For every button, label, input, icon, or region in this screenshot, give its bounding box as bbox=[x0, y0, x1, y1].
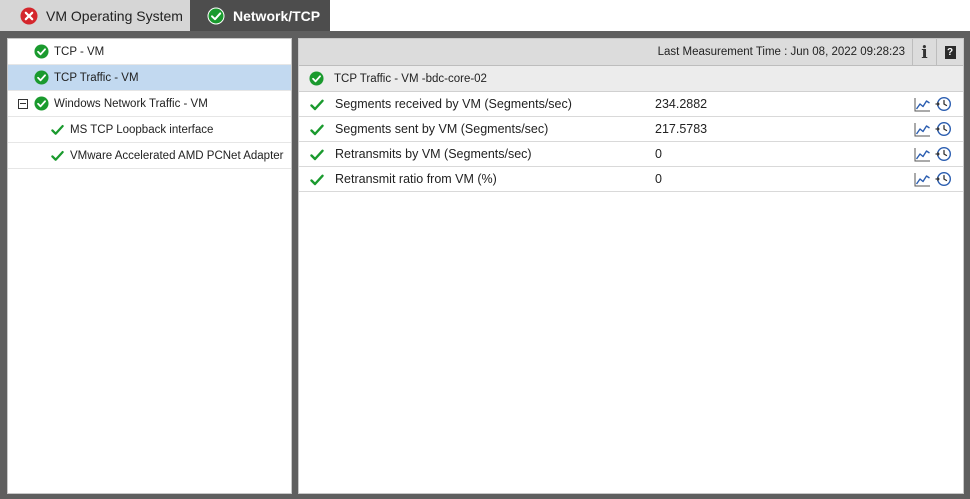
measure-label: Segments sent by VM (Segments/sec) bbox=[335, 122, 549, 136]
tree-item-label: VMware Accelerated AMD PCNet Adapter bbox=[70, 149, 284, 162]
check-icon bbox=[51, 150, 64, 161]
measure-label: Segments received by VM (Segments/sec) bbox=[335, 97, 572, 111]
line-graph-icon[interactable] bbox=[914, 172, 931, 187]
tree-item-tcp-traffic-vm[interactable]: TCP Traffic - VM bbox=[8, 65, 291, 91]
last-measurement-time: Last Measurement Time : Jun 08, 2022 09:… bbox=[657, 46, 905, 58]
line-graph-icon[interactable] bbox=[914, 147, 931, 162]
tree-item-vmware-pcnet-adapter[interactable]: VMware Accelerated AMD PCNet Adapter bbox=[8, 143, 291, 169]
collapse-icon[interactable] bbox=[18, 98, 28, 109]
measure-row: Retransmits by VM (Segments/sec) 0 bbox=[299, 142, 963, 167]
measure-row: Retransmit ratio from VM (%) 0 bbox=[299, 167, 963, 192]
component-tree: TCP - VM TCP Traffic - VM Windows Networ… bbox=[7, 38, 292, 494]
help-button[interactable]: ? bbox=[936, 39, 963, 66]
info-button[interactable]: i bbox=[912, 39, 936, 66]
ok-circle-icon bbox=[309, 71, 324, 86]
tree-item-tcp-vm[interactable]: TCP - VM bbox=[8, 39, 291, 65]
tree-item-label: Windows Network Traffic - VM bbox=[54, 97, 208, 110]
ok-circle-icon bbox=[34, 70, 49, 85]
tab-label: Network/TCP bbox=[233, 7, 321, 24]
tree-item-ms-tcp-loopback[interactable]: MS TCP Loopback interface bbox=[8, 117, 291, 143]
help-icon: ? bbox=[944, 46, 956, 59]
section-host: bdc-core-02 bbox=[425, 72, 487, 85]
history-icon[interactable] bbox=[935, 171, 951, 187]
section-title: TCP Traffic - VM - bbox=[334, 72, 426, 85]
measure-row: Segments sent by VM (Segments/sec) 217.5… bbox=[299, 117, 963, 142]
tab-network-tcp[interactable]: Network/TCP bbox=[190, 0, 330, 31]
history-icon[interactable] bbox=[935, 96, 951, 112]
section-header: TCP Traffic - VM - bdc-core-02 bbox=[299, 66, 963, 92]
check-icon bbox=[310, 124, 324, 136]
line-graph-icon[interactable] bbox=[914, 97, 931, 112]
measure-label: Retransmit ratio from VM (%) bbox=[335, 172, 497, 186]
tab-label: VM Operating System bbox=[46, 7, 183, 24]
check-icon bbox=[310, 99, 324, 111]
panel-header: Last Measurement Time : Jun 08, 2022 09:… bbox=[299, 39, 963, 66]
measure-value: 217.5783 bbox=[655, 122, 708, 136]
measure-value: 0 bbox=[655, 147, 662, 161]
tab-bar: VM Operating System Network/TCP bbox=[0, 0, 970, 31]
check-icon bbox=[51, 124, 64, 135]
measure-label: Retransmits by VM (Segments/sec) bbox=[335, 147, 532, 161]
tree-item-windows-network-traffic-vm[interactable]: Windows Network Traffic - VM bbox=[8, 91, 291, 117]
ok-circle-icon bbox=[207, 7, 225, 24]
tree-item-label: TCP Traffic - VM bbox=[54, 71, 139, 84]
measure-row: Segments received by VM (Segments/sec) 2… bbox=[299, 92, 963, 117]
measure-value: 234.2882 bbox=[655, 97, 708, 111]
measure-value: 0 bbox=[655, 172, 662, 186]
tree-item-label: TCP - VM bbox=[54, 45, 105, 58]
tab-vm-operating-system[interactable]: VM Operating System bbox=[0, 0, 190, 31]
ok-circle-icon bbox=[34, 44, 49, 59]
check-icon bbox=[310, 174, 324, 186]
tree-item-label: MS TCP Loopback interface bbox=[70, 123, 214, 136]
error-circle-icon bbox=[20, 7, 38, 24]
measures-panel: Last Measurement Time : Jun 08, 2022 09:… bbox=[298, 38, 964, 494]
line-graph-icon[interactable] bbox=[914, 122, 931, 137]
info-icon: i bbox=[921, 42, 928, 63]
history-icon[interactable] bbox=[935, 121, 951, 137]
history-icon[interactable] bbox=[935, 146, 951, 162]
check-icon bbox=[310, 149, 324, 161]
ok-circle-icon bbox=[34, 96, 49, 111]
